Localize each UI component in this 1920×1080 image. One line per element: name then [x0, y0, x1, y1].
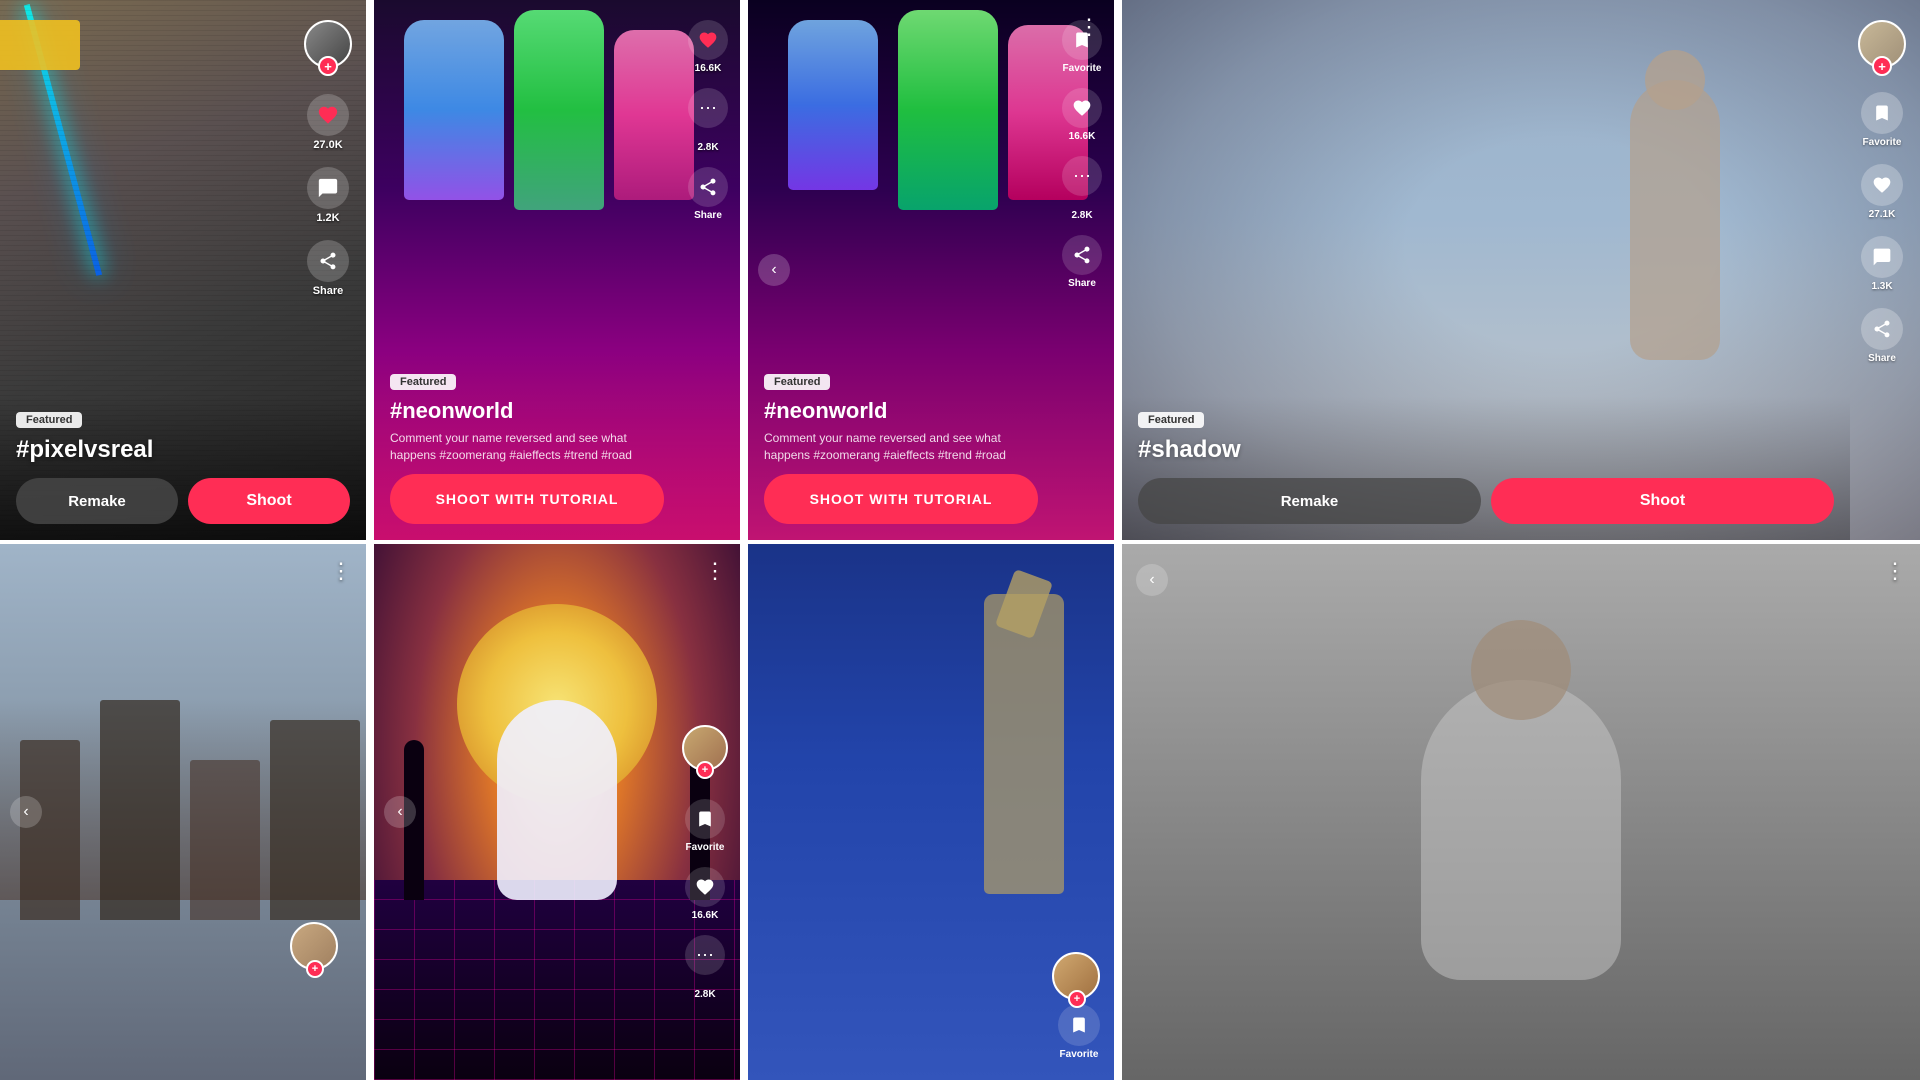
comment-shadow[interactable]: 1.3K — [1861, 236, 1903, 292]
comment-count-shadow: 1.3K — [1871, 281, 1892, 292]
remake-shadow-button[interactable]: Remake — [1138, 478, 1481, 524]
stats-right-bottom: + Favorite 16.6K ⋯ 2.8K — [682, 725, 728, 1000]
card-grayscale: ‹ ⋮ — [1122, 540, 1920, 1080]
like-top[interactable]: 16.6K — [1062, 88, 1102, 142]
stats-right: 16.6K ⋯ 2.8K Share — [688, 20, 728, 221]
share-icon — [1072, 245, 1092, 265]
back-arrow-gray[interactable]: ‹ — [1136, 564, 1168, 596]
bookmark-icon — [695, 809, 715, 829]
favorite-label: Favorite — [686, 842, 725, 853]
share-shadow[interactable]: Share — [1861, 308, 1903, 364]
more-options-top[interactable]: ⋮ — [704, 558, 726, 584]
card-bottom-overlay: Featured #pixelvsreal Remake Shoot — [0, 396, 366, 540]
right-icons-shadow: + Favorite 27.1K — [1858, 20, 1906, 364]
share-icon — [698, 177, 718, 197]
action-buttons-shadow: Remake Shoot — [1138, 478, 1834, 524]
comment-icon — [317, 177, 339, 199]
like-count: 16.6K — [695, 63, 722, 74]
bookmark-icon — [1872, 103, 1892, 123]
like-button[interactable]: 16.6K — [688, 20, 728, 74]
stats-right-3: Favorite 16.6K ⋯ 2.8K Share — [1062, 20, 1102, 289]
more-options-button[interactable]: ⋮ — [330, 558, 352, 584]
hashtag-3: #neonworld — [764, 398, 1038, 424]
hashtag-title: #neonworld — [390, 398, 664, 424]
avatar-shadow[interactable]: + — [1858, 20, 1906, 68]
like-count-shadow: 27.1K — [1869, 209, 1896, 220]
action-buttons: Remake Shoot — [16, 478, 350, 524]
share-icon — [1872, 319, 1892, 339]
more-dots-3[interactable]: ⋯ — [1062, 156, 1102, 196]
share-label: Share — [694, 210, 722, 221]
hashtag-title: #pixelvsreal — [16, 436, 350, 464]
like-button[interactable]: 27.0K — [307, 94, 349, 151]
heart-outline-icon — [695, 877, 715, 897]
description: Comment your name reversed and see what … — [390, 430, 664, 464]
card-bottom-3: Featured #neonworld Comment your name re… — [748, 358, 1054, 540]
back-arrow[interactable]: ‹ — [10, 796, 42, 828]
shoot-button[interactable]: Shoot — [188, 478, 350, 524]
more-options-3[interactable]: ⋮ — [1078, 14, 1100, 40]
desc-3: Comment your name reversed and see what … — [764, 430, 1038, 464]
right-action-icons: + 27.0K 1.2K — [304, 20, 352, 297]
card-statue-liberty: + Favorite — [748, 540, 1114, 1080]
comment-button[interactable]: 1.2K — [307, 167, 349, 224]
remake-button[interactable]: Remake — [16, 478, 178, 524]
comment-count-label: 2.8K — [697, 142, 718, 153]
more-dots-bottom[interactable]: ⋯ — [685, 935, 725, 975]
featured-badge-3: Featured — [764, 374, 830, 390]
bookmark-shadow[interactable]: Favorite — [1861, 92, 1903, 148]
comment-count: 1.2K — [316, 212, 339, 224]
more-options-gray[interactable]: ⋮ — [1884, 558, 1906, 584]
heart-icon — [317, 104, 339, 126]
featured-badge: Featured — [16, 412, 82, 428]
share-icon — [318, 251, 338, 271]
card-retrowave: + Favorite 16.6K ⋯ 2.8K ‹ — [374, 540, 740, 1080]
avatar-wrap[interactable]: + — [304, 20, 352, 68]
like-button-bottom[interactable]: 16.6K — [685, 867, 725, 921]
featured-badge: Featured — [390, 374, 456, 390]
comment-count-3: 2.8K — [1071, 210, 1092, 221]
featured-badge-shadow: Featured — [1138, 412, 1204, 428]
share-button[interactable]: Share — [307, 240, 349, 297]
shoot-with-tutorial-button[interactable]: SHOOT WITH TUTORIAL — [390, 474, 664, 524]
card-shadow: + Favorite 27.1K — [1122, 0, 1920, 540]
comment-icon — [1872, 247, 1892, 267]
bookmark-icon — [1069, 1015, 1089, 1035]
heart-icon — [1872, 175, 1892, 195]
share-3[interactable]: Share — [1062, 235, 1102, 289]
back-arrow-bottom[interactable]: ‹ — [384, 796, 416, 828]
more-dots-icon[interactable]: ⋯ — [688, 88, 728, 128]
like-count-bottom: 16.6K — [692, 910, 719, 921]
bookmark-button[interactable]: Favorite — [685, 799, 725, 853]
card-city: ‹ ⋮ + — [0, 540, 366, 1080]
card-bottom-overlay: Featured #neonworld Comment your name re… — [374, 358, 680, 540]
like-count-3: 16.6K — [1069, 131, 1096, 142]
back-arrow-3[interactable]: ‹ — [758, 254, 790, 286]
comment-count-bottom: 2.8K — [694, 989, 715, 1000]
heart-icon — [698, 30, 718, 50]
like-count: 27.0K — [313, 139, 342, 151]
card-neonworld-second: Favorite 16.6K ⋯ 2.8K Share — [748, 0, 1114, 540]
hashtag-shadow: #shadow — [1138, 436, 1834, 464]
share-label: Share — [313, 285, 344, 297]
bookmark-statue[interactable]: Favorite — [1058, 1004, 1100, 1060]
shoot-shadow-button[interactable]: Shoot — [1491, 478, 1834, 524]
share-button[interactable]: Share — [688, 167, 728, 221]
card-pixelvsreal: + 27.0K 1.2K — [0, 0, 366, 540]
card-bottom-shadow: Featured #shadow Remake Shoot — [1122, 396, 1850, 540]
follow-plus-icon[interactable]: + — [318, 56, 338, 76]
like-shadow[interactable]: 27.1K — [1861, 164, 1903, 220]
avatar-circle[interactable]: + — [682, 725, 728, 771]
shoot-tutorial-btn-3[interactable]: SHOOT WITH TUTORIAL — [764, 474, 1038, 524]
card-neonworld-top: 16.6K ⋯ 2.8K Share Featured #neonworld C… — [374, 0, 740, 540]
heart-icon — [1072, 98, 1092, 118]
